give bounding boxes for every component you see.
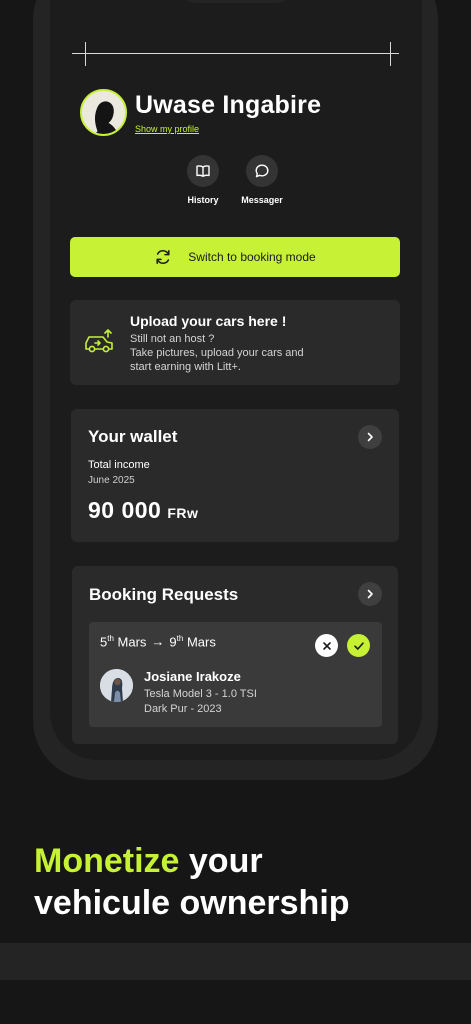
end-day-suffix: th bbox=[176, 634, 184, 643]
upload-card-line-3: start earning with Litt+. bbox=[130, 361, 241, 373]
upload-card-line-2: Take pictures, upload your cars and bbox=[130, 347, 304, 359]
accept-request-button[interactable] bbox=[347, 634, 370, 657]
switch-to-booking-mode-button[interactable]: Switch to booking mode bbox=[70, 237, 400, 277]
phone-notch bbox=[180, 0, 292, 3]
history-action[interactable]: History bbox=[173, 155, 233, 205]
wallet-card[interactable]: Your wallet Total income June 2025 90 00… bbox=[71, 409, 399, 542]
booking-requests-card: Booking Requests 5th Mars → 9th Mars Josia… bbox=[72, 566, 398, 744]
chat-bubble-icon bbox=[246, 155, 278, 187]
bottom-band bbox=[0, 943, 471, 980]
user-photo-icon bbox=[100, 669, 133, 702]
upload-cars-card[interactable]: Upload your cars here ! Still not an hos… bbox=[70, 300, 400, 385]
end-day: 9 bbox=[169, 634, 177, 650]
refresh-icon bbox=[156, 250, 170, 264]
wallet-title: Your wallet bbox=[88, 427, 178, 446]
start-month: Mars bbox=[117, 634, 147, 650]
income-currency: FRw bbox=[167, 505, 199, 521]
renter-car-color-year: Dark Pur - 2023 bbox=[144, 703, 222, 715]
income-period: June 2025 bbox=[88, 475, 135, 486]
book-icon bbox=[187, 155, 219, 187]
decline-request-button[interactable] bbox=[315, 634, 338, 657]
profile-name: Uwase Ingabire bbox=[135, 91, 322, 119]
renter-avatar bbox=[100, 669, 133, 702]
user-silhouette-icon bbox=[82, 91, 125, 134]
profile-avatar[interactable] bbox=[80, 89, 127, 136]
bottom-background bbox=[0, 980, 471, 1024]
chevron-right-icon bbox=[367, 432, 373, 442]
income-amount-value: 90 000 bbox=[88, 497, 162, 523]
history-label: History bbox=[187, 195, 219, 205]
crop-mark-left-vertical bbox=[85, 42, 86, 66]
cover-crop-guide bbox=[72, 53, 399, 54]
messager-action[interactable]: Messager bbox=[232, 155, 292, 205]
upload-card-title: Upload your cars here ! bbox=[130, 313, 287, 329]
car-upload-icon bbox=[83, 329, 115, 360]
show-profile-link[interactable]: Show my profile bbox=[135, 124, 199, 134]
crop-mark-right-horizontal bbox=[368, 53, 399, 54]
crop-mark-right-vertical bbox=[390, 42, 391, 66]
messager-label: Messager bbox=[241, 195, 283, 205]
check-icon bbox=[353, 641, 364, 650]
booking-dates: 5th Mars → 9th Mars bbox=[100, 634, 216, 649]
upload-card-line-1: Still not an host ? bbox=[130, 333, 215, 345]
renter-car-model: Tesla Model 3 - 1.0 TSI bbox=[144, 688, 257, 700]
headline-line-1-rest: your bbox=[179, 842, 263, 880]
switch-button-label: Switch to booking mode bbox=[188, 250, 316, 264]
crop-mark-left-horizontal bbox=[72, 53, 102, 54]
marketing-headline: Monetize your vehicule ownership bbox=[34, 840, 350, 924]
chevron-right-icon bbox=[367, 589, 373, 599]
booking-request-item[interactable]: 5th Mars → 9th Mars Josiane Irakoze Tesla … bbox=[89, 622, 382, 727]
wallet-open-button[interactable] bbox=[358, 425, 382, 449]
close-icon bbox=[322, 641, 331, 650]
headline-line-2: vehicule ownership bbox=[34, 884, 350, 922]
total-income-label: Total income bbox=[88, 459, 150, 471]
income-amount: 90 000 FRw bbox=[88, 497, 198, 524]
renter-name: Josiane Irakoze bbox=[144, 669, 241, 684]
arrow-right-icon: → bbox=[151, 634, 165, 650]
booking-requests-title: Booking Requests bbox=[89, 585, 239, 604]
start-day-suffix: th bbox=[107, 634, 114, 643]
end-month: Mars bbox=[186, 634, 216, 650]
headline-accent: Monetize bbox=[34, 842, 180, 880]
booking-requests-open-button[interactable] bbox=[358, 582, 382, 606]
